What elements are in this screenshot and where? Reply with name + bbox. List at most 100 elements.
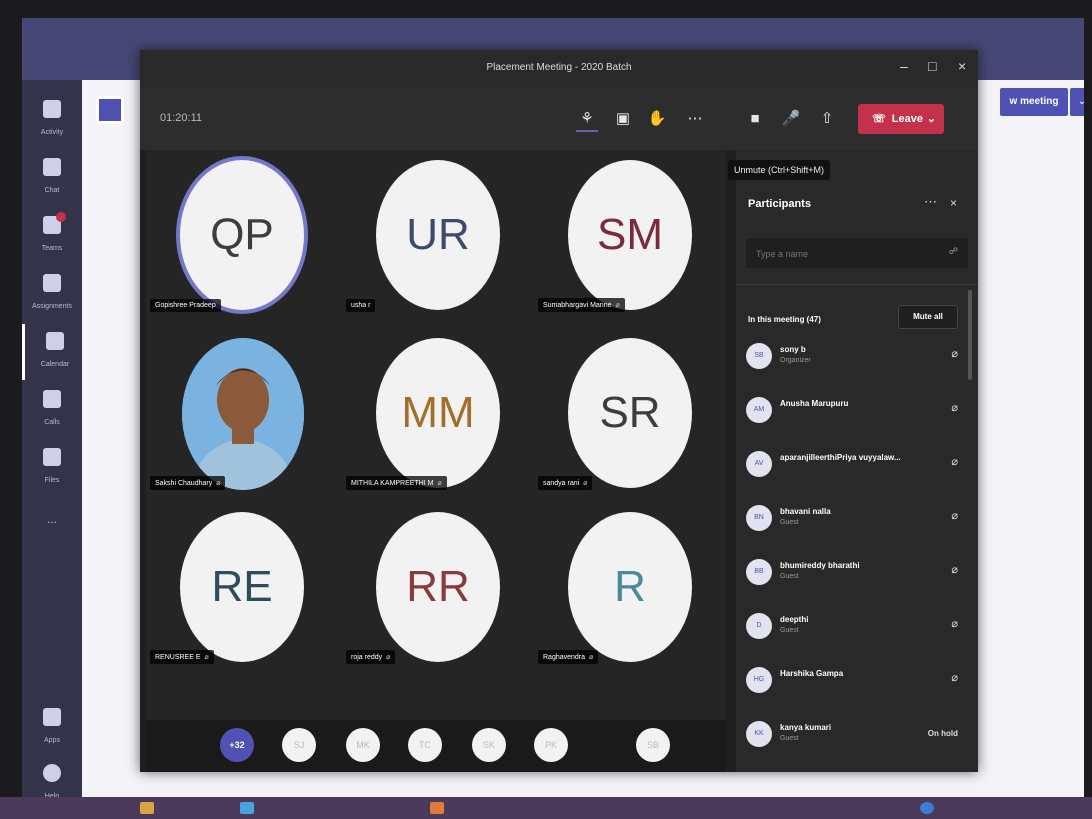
rail-more[interactable]: ... bbox=[22, 510, 82, 566]
participant-name: Harshika Gampa bbox=[780, 669, 844, 678]
participant-name-label: roja reddy ⌀ bbox=[346, 650, 396, 664]
participant-row[interactable]: AV aparanjilleerthiPriya vuyyalaw... ⌀ bbox=[746, 445, 968, 487]
status-label: On hold bbox=[927, 729, 958, 738]
chat-toggle-icon[interactable]: ▣ bbox=[612, 108, 634, 130]
rail-label: Chat bbox=[44, 187, 60, 194]
video-tile[interactable]: RR roja reddy ⌀ bbox=[342, 502, 530, 674]
mic-muted-icon: ⌀ bbox=[216, 480, 221, 487]
mic-muted-icon: ⌀ bbox=[951, 348, 958, 360]
more-actions-icon[interactable]: ⋯ bbox=[684, 108, 706, 130]
participant-row[interactable]: Ddeepthi Guest ⌀ bbox=[746, 607, 968, 649]
chevron-down-icon[interactable]: ⌄ bbox=[927, 104, 936, 134]
share-invite-icon[interactable]: ☍ bbox=[949, 246, 958, 257]
participant-avatar: HG bbox=[746, 667, 772, 693]
file-icon bbox=[43, 448, 61, 466]
camera-icon[interactable]: ■ bbox=[744, 108, 766, 130]
video-tile[interactable]: SM Sumabhargavi Manne ⌀ bbox=[534, 150, 722, 322]
participant-name-label: usha r bbox=[346, 299, 376, 312]
participant-role: Guest bbox=[780, 735, 799, 742]
video-tile[interactable]: R Raghavendra ⌀ bbox=[534, 502, 722, 674]
participant-name-label: MITHILA KAMPREETHI M ⌀ bbox=[346, 476, 447, 490]
video-tile[interactable]: MM MITHILA KAMPREETHI M ⌀ bbox=[342, 328, 530, 500]
participant-row[interactable]: BB bhumireddy bharathi Guest ⌀ bbox=[746, 553, 968, 595]
mic-muted-icon: ⌀ bbox=[951, 564, 958, 576]
participant-name-label: Sakshi Chaudhary ⌀ bbox=[150, 476, 226, 490]
video-tile[interactable]: SR sandya rani ⌀ bbox=[534, 328, 722, 500]
mute-all-button[interactable]: Mute all bbox=[898, 305, 958, 329]
participant-name-label: Gopishree Pradeep bbox=[150, 299, 221, 312]
taskbar-app-icon[interactable] bbox=[430, 802, 444, 814]
participant-row[interactable]: SB sony b Organizer ⌀ bbox=[746, 337, 968, 379]
close-panel-icon[interactable]: × bbox=[950, 196, 957, 210]
mic-muted-icon: ⌀ bbox=[204, 654, 209, 661]
close-icon[interactable]: × bbox=[958, 58, 966, 74]
mini-avatar[interactable]: PK bbox=[534, 728, 568, 762]
microphone-icon[interactable]: 🎤 bbox=[780, 108, 802, 130]
more-participants-button[interactable]: +32 bbox=[220, 728, 254, 762]
taskbar-app-icon[interactable] bbox=[140, 802, 154, 814]
scrollbar[interactable] bbox=[968, 290, 972, 380]
mic-muted-icon: ⌀ bbox=[386, 654, 391, 661]
rail-teams[interactable]: Teams bbox=[22, 208, 82, 264]
new-meeting-button[interactable]: w meeting bbox=[1000, 88, 1068, 116]
participant-photo bbox=[182, 338, 304, 490]
participants-toggle-icon[interactable]: ⚘ bbox=[576, 108, 598, 132]
taskbar-app-icon[interactable] bbox=[240, 802, 254, 814]
participant-avatar: SM bbox=[568, 160, 692, 310]
rail-help[interactable]: Help bbox=[22, 756, 82, 803]
mini-avatar[interactable]: TC bbox=[408, 728, 442, 762]
search-input[interactable] bbox=[754, 244, 928, 264]
participant-avatar: KK bbox=[746, 721, 772, 747]
meeting-toolbar: 01:20:11 ⚘ ▣ ✋ ⋯ ■ 🎤 ⇧ ☏ Leave ⌄ bbox=[140, 88, 978, 150]
participant-row[interactable]: AM Anusha Marupuru ⌀ bbox=[746, 391, 968, 433]
chevron-down-icon[interactable]: ⌄ bbox=[1070, 88, 1084, 116]
video-tile[interactable]: Sakshi Chaudhary ⌀ bbox=[146, 328, 334, 500]
participant-avatar: AM bbox=[746, 397, 772, 423]
leave-label: Leave bbox=[891, 113, 923, 125]
rail-calls[interactable]: Calls bbox=[22, 382, 82, 438]
overflow-participant-strip: +32 SJ MK TC SK PK SB bbox=[146, 720, 726, 772]
participant-name: bhumireddy bharathi bbox=[780, 561, 860, 570]
rail-files[interactable]: Files bbox=[22, 440, 82, 496]
mini-avatar[interactable]: SJ bbox=[282, 728, 316, 762]
video-tile[interactable]: QP Gopishree Pradeep bbox=[146, 150, 334, 322]
maximize-icon[interactable]: □ bbox=[928, 58, 936, 74]
mic-muted-icon: ⌀ bbox=[951, 618, 958, 630]
rail-label: Assignments bbox=[31, 303, 73, 310]
participant-role: Guest bbox=[780, 627, 799, 634]
participant-avatar: BB bbox=[746, 559, 772, 585]
video-tile[interactable]: UR usha r bbox=[342, 150, 530, 322]
video-tile[interactable]: RE RENUSREE E ⌀ bbox=[146, 502, 334, 674]
rail-label: Calls bbox=[44, 419, 60, 426]
participant-name-label: RENUSREE E ⌀ bbox=[150, 650, 214, 664]
participant-row[interactable]: KK kanya kumari Guest On hold bbox=[746, 715, 968, 757]
help-icon bbox=[43, 764, 61, 782]
participant-avatar: AV bbox=[746, 451, 772, 477]
more-options-icon[interactable]: ⋯ bbox=[924, 194, 937, 210]
app-rail: Activity Chat Teams Assignments Calendar… bbox=[22, 80, 82, 803]
rail-chat[interactable]: Chat bbox=[22, 150, 82, 206]
rail-activity[interactable]: Activity bbox=[22, 92, 82, 148]
rail-apps[interactable]: Apps bbox=[22, 700, 82, 756]
participant-avatar: SR bbox=[568, 338, 692, 488]
participant-avatar: SB bbox=[746, 343, 772, 369]
participant-row[interactable]: HG Harshika Gampa ⌀ bbox=[746, 661, 968, 703]
share-screen-icon[interactable]: ⇧ bbox=[816, 108, 838, 130]
participant-search[interactable]: ☍ bbox=[746, 238, 968, 268]
rail-label: Apps bbox=[44, 737, 60, 744]
taskbar-app-icon[interactable] bbox=[920, 802, 934, 814]
rail-assignments[interactable]: Assignments bbox=[22, 266, 82, 322]
minimize-icon[interactable]: – bbox=[900, 58, 908, 74]
participant-avatar: D bbox=[746, 613, 772, 639]
apps-icon bbox=[43, 708, 61, 726]
raise-hand-icon[interactable]: ✋ bbox=[646, 108, 668, 130]
mini-avatar[interactable]: SK bbox=[472, 728, 506, 762]
mini-avatar[interactable]: SB bbox=[636, 728, 670, 762]
participant-row[interactable]: BN bhavani nalla Guest ⌀ bbox=[746, 499, 968, 541]
leave-button[interactable]: ☏ Leave ⌄ bbox=[858, 104, 944, 134]
participant-name: bhavani nalla bbox=[780, 507, 831, 516]
rail-calendar[interactable]: Calendar bbox=[22, 324, 85, 380]
mini-avatar[interactable]: MK bbox=[346, 728, 380, 762]
participant-avatar: UR bbox=[376, 160, 500, 310]
participant-list: In this meeting (47) Mute all SB sony b Or… bbox=[736, 284, 978, 773]
